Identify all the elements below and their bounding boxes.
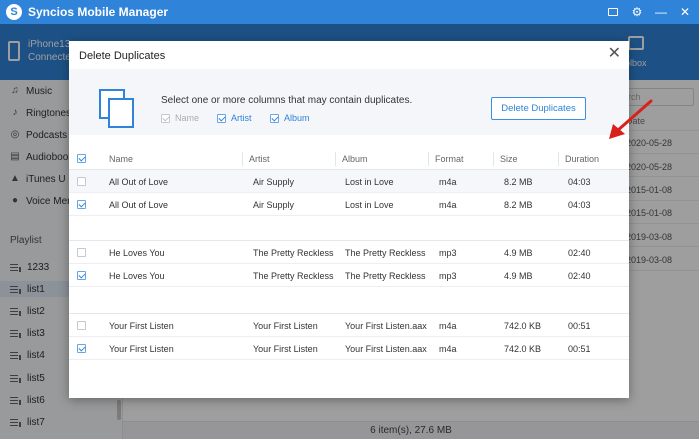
cell-format: m4a [439, 177, 457, 187]
column-header-artist[interactable]: Artist [249, 154, 270, 164]
dialog-title: Delete Duplicates [79, 50, 166, 62]
feedback-icon[interactable] [605, 4, 621, 20]
title-bar: S Syncios Mobile Manager ⚙ — ✕ [0, 0, 699, 24]
cell-name: All Out of Love [109, 200, 169, 210]
table-row[interactable]: Your First Listen Your First Listen Your… [69, 314, 629, 337]
album-column-checkbox[interactable]: Album [270, 113, 310, 123]
cell-name: He Loves You [109, 248, 165, 258]
delete-duplicates-dialog: Delete Duplicates ✕ Select one or more c… [69, 41, 653, 398]
syncios-logo-icon: S [6, 4, 22, 20]
column-header-format[interactable]: Format [435, 154, 464, 164]
table-row[interactable]: All Out of Love Air Supply Lost in Love … [69, 193, 629, 216]
table-row[interactable]: All Out of Love Air Supply Lost in Love … [69, 170, 629, 193]
cell-size: 8.2 MB [504, 177, 533, 187]
cell-album: The Pretty Reckless [345, 248, 426, 258]
cell-artist: Air Supply [253, 177, 295, 187]
column-header-size[interactable]: Size [500, 154, 518, 164]
checkbox[interactable] [217, 113, 226, 123]
table-row[interactable]: He Loves You The Pretty Reckless The Pre… [69, 264, 629, 287]
window-controls: ⚙ — ✕ [605, 4, 693, 20]
cell-duration: 00:51 [568, 321, 591, 331]
row-checkbox[interactable] [77, 177, 86, 186]
checkbox-label: Name [175, 113, 200, 123]
name-column-checkbox: Name [161, 113, 199, 123]
checkbox-label: Album [284, 113, 310, 123]
cell-format: mp3 [439, 271, 457, 281]
cell-duration: 04:03 [568, 177, 591, 187]
cell-name: Your First Listen [109, 344, 174, 354]
row-checkbox[interactable] [77, 200, 86, 209]
column-separator [493, 152, 494, 166]
cell-album: Lost in Love [345, 177, 394, 187]
row-checkbox[interactable] [77, 321, 86, 330]
column-separator [558, 152, 559, 166]
cell-size: 8.2 MB [504, 200, 533, 210]
cell-album: Your First Listen.aax [345, 321, 427, 331]
column-separator [428, 152, 429, 166]
cell-size: 742.0 KB [504, 344, 542, 354]
cell-size: 742.0 KB [504, 321, 542, 331]
cell-album: Your First Listen.aax [345, 344, 427, 354]
cell-duration: 02:40 [568, 248, 591, 258]
table-row[interactable]: Your First Listen Your First Listen Your… [69, 337, 629, 360]
cell-format: m4a [439, 321, 457, 331]
app-title: Syncios Mobile Manager [28, 5, 169, 19]
cell-size: 4.9 MB [504, 248, 533, 258]
minimize-icon[interactable]: — [653, 4, 669, 20]
delete-duplicates-button[interactable]: Delete Duplicates [491, 97, 586, 120]
table-row[interactable]: He Loves You The Pretty Reckless The Pre… [69, 241, 629, 264]
cell-name: He Loves You [109, 271, 165, 281]
column-separator [335, 152, 336, 166]
instruction-text: Select one or more columns that may cont… [161, 95, 413, 106]
duplicate-icon [99, 89, 139, 129]
cell-duration: 04:03 [568, 200, 591, 210]
cell-duration: 02:40 [568, 271, 591, 281]
row-checkbox[interactable] [77, 271, 86, 280]
cell-format: mp3 [439, 248, 457, 258]
cell-artist: The Pretty Reckless [253, 248, 334, 258]
table-header: Name Artist Album Format Size Duration [69, 148, 629, 170]
cell-format: m4a [439, 344, 457, 354]
cell-name: All Out of Love [109, 177, 169, 187]
annotation-arrow-icon [609, 99, 653, 139]
cell-artist: Your First Listen [253, 344, 318, 354]
close-window-icon[interactable]: ✕ [677, 4, 693, 20]
close-icon[interactable]: ✕ [608, 46, 621, 62]
checkbox-label: Artist [231, 113, 252, 123]
gear-icon[interactable]: ⚙ [629, 4, 645, 20]
cell-artist: The Pretty Reckless [253, 271, 334, 281]
cell-album: Lost in Love [345, 200, 394, 210]
artist-column-checkbox[interactable]: Artist [217, 113, 252, 123]
checkbox [161, 113, 170, 123]
cell-artist: Air Supply [253, 200, 295, 210]
column-header-duration[interactable]: Duration [565, 154, 599, 164]
column-header-name[interactable]: Name [109, 154, 133, 164]
row-checkbox[interactable] [77, 344, 86, 353]
column-header-album[interactable]: Album [342, 154, 368, 164]
cell-duration: 00:51 [568, 344, 591, 354]
cell-album: The Pretty Reckless [345, 271, 426, 281]
row-checkbox[interactable] [77, 248, 86, 257]
select-all-checkbox[interactable] [77, 154, 86, 163]
column-separator [242, 152, 243, 166]
cell-name: Your First Listen [109, 321, 174, 331]
checkbox[interactable] [270, 113, 279, 123]
cell-artist: Your First Listen [253, 321, 318, 331]
cell-format: m4a [439, 200, 457, 210]
cell-size: 4.9 MB [504, 271, 533, 281]
